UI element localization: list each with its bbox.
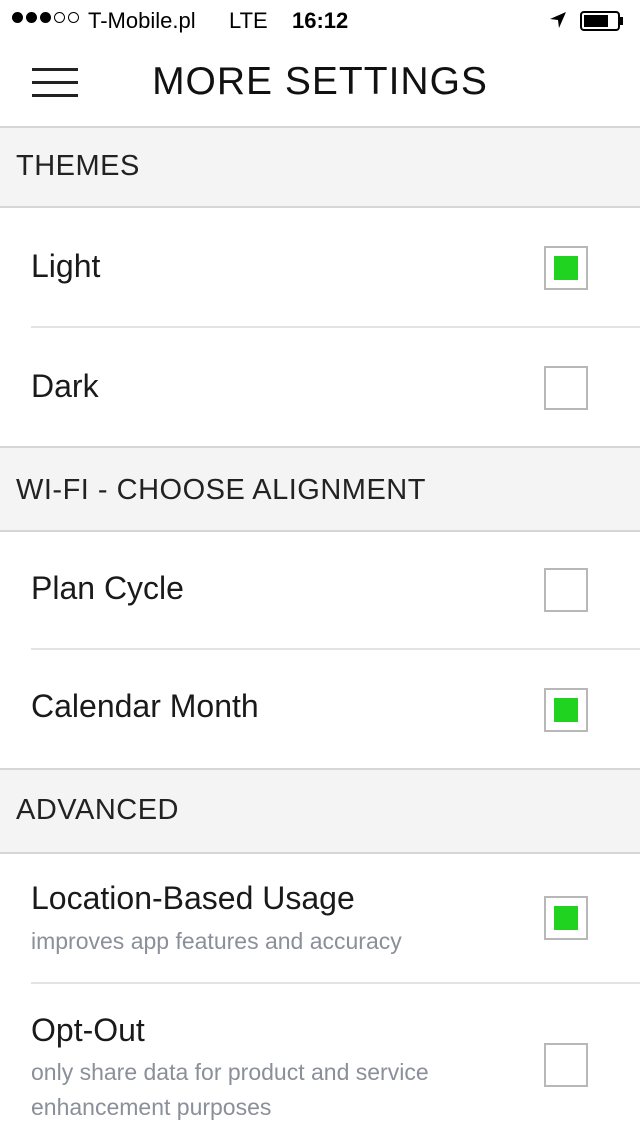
signal-dot (54, 12, 65, 23)
carrier-name: T-Mobile.pl (88, 8, 196, 33)
option-label: Location-Based Usage (31, 880, 355, 916)
signal-dot (40, 12, 51, 23)
signal-dot (12, 12, 23, 23)
option-label: Opt-Out (31, 1012, 145, 1048)
checkbox-location-based-usage[interactable] (544, 896, 588, 940)
option-light[interactable]: Light (0, 208, 640, 328)
network-type: LTE (229, 8, 268, 33)
section-title: THEMES (16, 150, 140, 182)
option-label: Light (31, 248, 101, 284)
clock: 16:12 (292, 8, 349, 33)
settings-screen: T-Mobile.pl LTE 16:12 MORE SETTINGS THEM… (0, 0, 640, 1136)
signal-dot (26, 12, 37, 23)
section-title: WI-FI - CHOOSE ALIGNMENT (16, 474, 426, 506)
section-header-themes: THEMES (0, 128, 640, 208)
page-title: MORE SETTINGS (152, 60, 488, 103)
option-label: Dark (31, 368, 99, 404)
option-calendar-month[interactable]: Calendar Month (0, 650, 640, 768)
location-arrow-icon (550, 12, 566, 28)
option-sublabel: only share data for product and service … (31, 1059, 429, 1120)
checkbox-dark[interactable] (544, 366, 588, 410)
nav-bar: MORE SETTINGS (0, 40, 640, 128)
option-opt-out[interactable]: Opt-Out only share data for product and … (0, 984, 640, 1136)
checkbox-opt-out[interactable] (544, 1043, 588, 1087)
status-bar: T-Mobile.pl LTE 16:12 (0, 0, 640, 40)
battery-icon (580, 11, 623, 31)
section-title: ADVANCED (16, 794, 179, 826)
option-sublabel: improves app features and accuracy (31, 928, 402, 954)
checked-indicator (554, 906, 578, 930)
option-label: Calendar Month (31, 688, 259, 724)
checkbox-calendar-month[interactable] (544, 688, 588, 732)
signal-strength-icon (12, 12, 79, 23)
option-location-based-usage[interactable]: Location-Based Usage improves app featur… (0, 854, 640, 982)
checkbox-plan-cycle[interactable] (544, 568, 588, 612)
signal-dot (68, 12, 79, 23)
section-header-wifi-alignment: WI-FI - CHOOSE ALIGNMENT (0, 448, 640, 532)
option-plan-cycle[interactable]: Plan Cycle (0, 532, 640, 650)
checkbox-light[interactable] (544, 246, 588, 290)
checked-indicator (554, 698, 578, 722)
section-header-advanced: ADVANCED (0, 770, 640, 854)
option-label: Plan Cycle (31, 570, 184, 606)
option-dark[interactable]: Dark (0, 328, 640, 446)
checked-indicator (554, 256, 578, 280)
